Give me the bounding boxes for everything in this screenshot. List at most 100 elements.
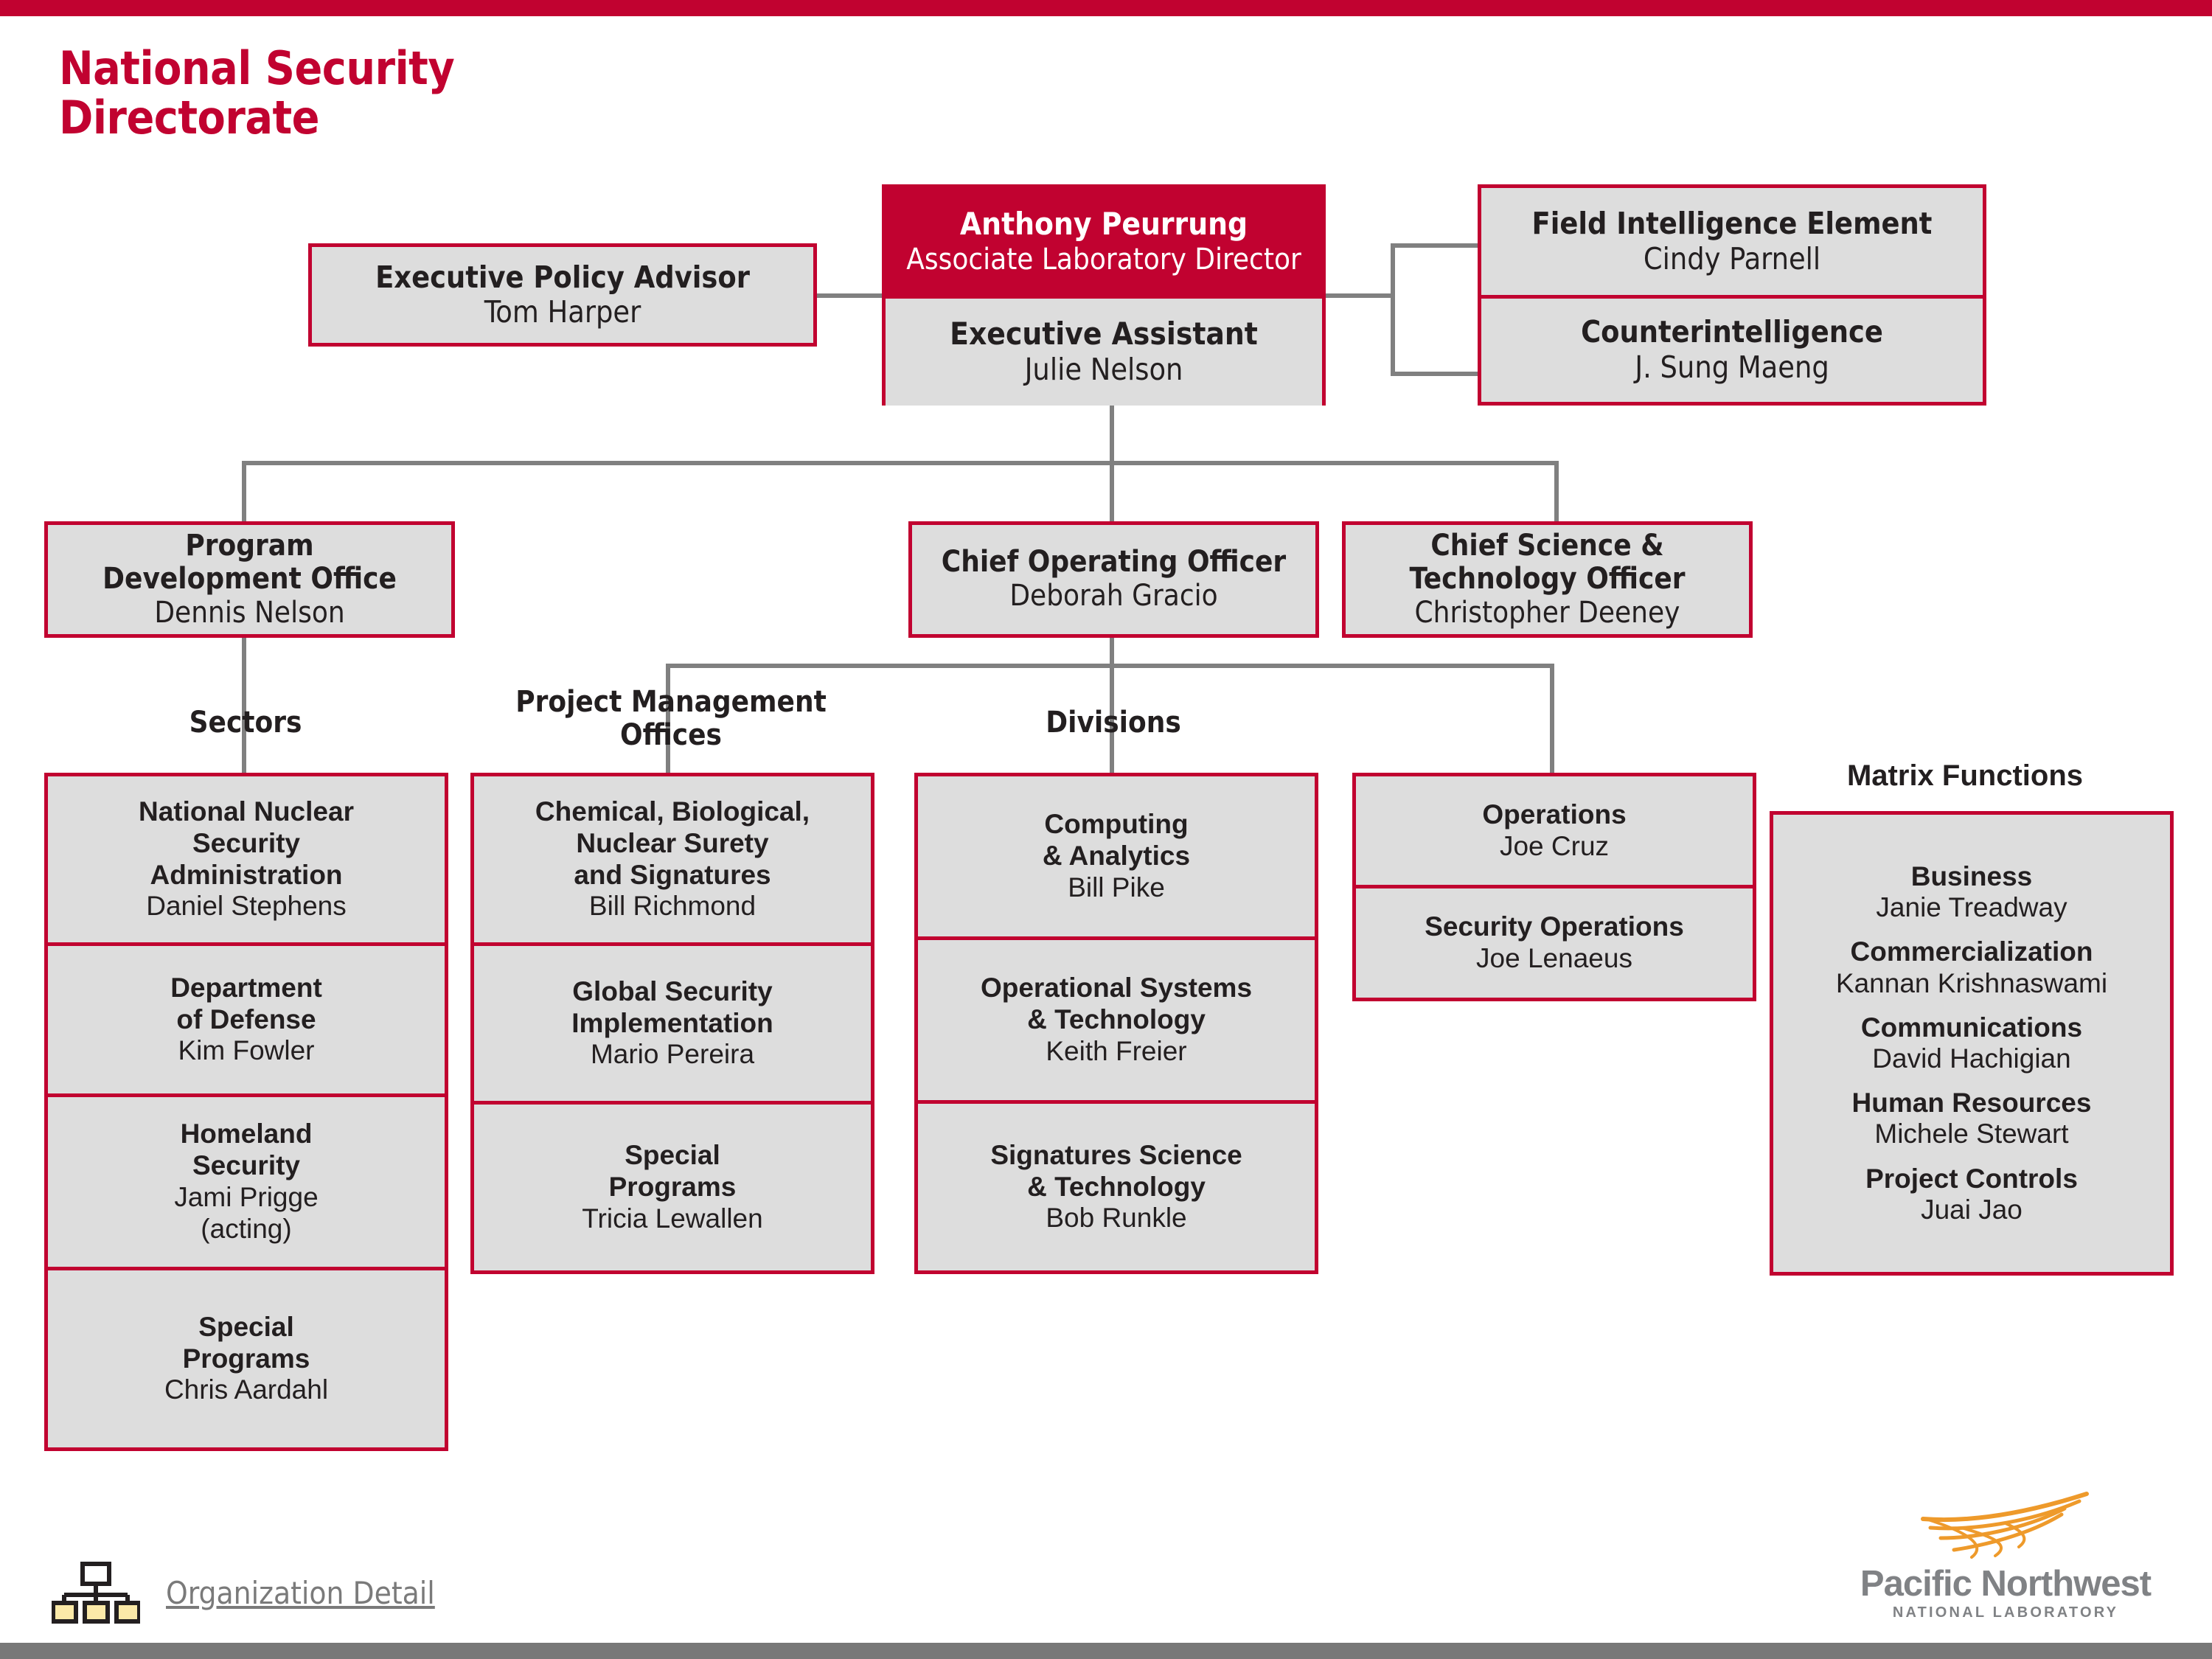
sector-special-programs-title-line-1: Special: [198, 1311, 294, 1342]
sector-nnsa-name: Daniel Stephens: [146, 891, 347, 922]
sector-nnsa-box[interactable]: National Nuclear Security Administration…: [48, 776, 445, 946]
division-operational-systems-technology-box[interactable]: Operational Systems & Technology Keith F…: [918, 940, 1315, 1104]
caption-project-management-offices: Project Management Offices: [487, 686, 855, 752]
division-ost-name: Keith Freier: [1046, 1035, 1187, 1066]
connector-intel-bracket-top: [1391, 243, 1478, 248]
sector-dod-title-line-2: of Defense: [176, 1004, 316, 1034]
matrix-function-human-resources[interactable]: Human Resources Michele Stewart: [1852, 1088, 2092, 1150]
field-intelligence-element-title: Field Intelligence Element: [1531, 205, 1933, 241]
associate-lab-director-box[interactable]: Anthony Peurrung Associate Laboratory Di…: [886, 188, 1322, 295]
pmo-gsi-name: Mario Pereira: [590, 1039, 755, 1070]
chief-operating-officer-box[interactable]: Chief Operating Officer Deborah Gracio: [908, 521, 1319, 638]
division-ost-title-line-2: & Technology: [1027, 1004, 1206, 1035]
field-intelligence-element-box[interactable]: Field Intelligence Element Cindy Parnell: [1481, 188, 1983, 299]
sector-nnsa-title-line-1: National Nuclear: [139, 796, 354, 827]
pmo-cbnss-box[interactable]: Chemical, Biological, Nuclear Surety and…: [474, 776, 871, 946]
program-development-office-box[interactable]: Program Development Office Dennis Nelson: [44, 521, 455, 638]
caption-sectors: Sectors: [189, 706, 302, 740]
organization-detail-link[interactable]: Organization Detail: [166, 1575, 435, 1611]
matrix-human-resources-name: Michele Stewart: [1874, 1119, 2069, 1150]
sector-dod-title-line-1: Department: [170, 972, 322, 1003]
division-signatures-science-technology-box[interactable]: Signatures Science & Technology Bob Runk…: [918, 1104, 1315, 1270]
matrix-function-project-controls[interactable]: Project Controls Juai Jao: [1865, 1164, 2078, 1225]
executive-policy-advisor-title: Executive Policy Advisor: [375, 260, 750, 296]
connector-intel-bracket-bottom: [1391, 372, 1478, 376]
matrix-business-name: Janie Treadway: [1876, 892, 2067, 923]
chief-operating-officer-title: Chief Operating Officer: [941, 545, 1287, 580]
counterintelligence-box[interactable]: Counterintelligence J. Sung Maeng: [1481, 299, 1983, 402]
sector-homeland-security-name: Jami Prigge: [174, 1182, 319, 1212]
executive-policy-advisor-box[interactable]: Executive Policy Advisor Tom Harper: [308, 243, 817, 347]
caption-matrix-functions: Matrix Functions: [1846, 759, 2084, 792]
operations-group[interactable]: Operations Joe Cruz Security Operations …: [1352, 773, 1756, 1001]
intelligence-group[interactable]: Field Intelligence Element Cindy Parnell…: [1478, 184, 1986, 406]
associate-lab-director-group[interactable]: Anthony Peurrung Associate Laboratory Di…: [882, 184, 1326, 406]
matrix-functions-box[interactable]: Business Janie Treadway Commercializatio…: [1770, 811, 2174, 1276]
pmo-cbnss-name: Bill Richmond: [588, 891, 757, 922]
sector-nnsa-title-line-3: Administration: [150, 859, 343, 890]
director-name: Anthony Peurrung: [959, 205, 1248, 242]
chief-science-technology-officer-name: Christopher Deeney: [1414, 595, 1680, 630]
division-ost-title-line-1: Operational Systems: [980, 973, 1253, 1004]
field-intelligence-element-name: Cindy Parnell: [1643, 240, 1821, 276]
page-title: National Security Directorate: [59, 44, 723, 143]
sector-special-programs-name: Chris Aardahl: [164, 1374, 329, 1405]
connector-director-drop: [1110, 404, 1114, 465]
chief-science-technology-officer-box[interactable]: Chief Science & Technology Officer Chris…: [1342, 521, 1753, 638]
divisions-group[interactable]: Computing & Analytics Bill Pike Operatio…: [914, 773, 1318, 1274]
matrix-project-controls-name: Juai Jao: [1921, 1194, 2023, 1225]
sectors-group[interactable]: National Nuclear Security Administration…: [44, 773, 448, 1451]
sector-nnsa-title-line-2: Security: [192, 827, 300, 858]
pmo-special-programs-title-line-2: Programs: [608, 1172, 737, 1203]
chief-science-technology-officer-title-line-1: Chief Science &: [1430, 528, 1664, 563]
pnnl-logo: Pacific Northwest NATIONAL LABORATORY: [1843, 1489, 2168, 1630]
matrix-commercialization-title: Commercialization: [1850, 936, 2093, 967]
page-title-line-2: Directorate: [59, 90, 320, 145]
connector-pdo-to-sectors: [242, 636, 246, 773]
connector-trunk-to-csto: [1554, 461, 1559, 524]
pnnl-logo-name: Pacific Northwest: [1860, 1564, 2152, 1604]
pmo-cbnss-title-line-2: Nuclear Surety: [576, 827, 769, 858]
division-computing-analytics-name: Bill Pike: [1068, 872, 1165, 902]
operations-title: Operations: [1482, 799, 1627, 830]
matrix-function-commercialization[interactable]: Commercialization Kannan Krishnaswami: [1836, 936, 2107, 998]
director-role: Associate Laboratory Director: [906, 242, 1301, 276]
sector-homeland-security-title-line-1: Homeland: [180, 1119, 313, 1150]
sector-special-programs-title-line-2: Programs: [182, 1343, 310, 1374]
security-operations-title: Security Operations: [1425, 911, 1684, 942]
page-title-line-1: National Security: [59, 41, 455, 95]
project-management-offices-group[interactable]: Chemical, Biological, Nuclear Surety and…: [470, 773, 874, 1274]
pmo-gsi-title-line-2: Implementation: [571, 1007, 773, 1038]
pmo-global-security-implementation-box[interactable]: Global Security Implementation Mario Per…: [474, 946, 871, 1105]
top-accent-bar: [0, 0, 2212, 16]
connector-trunk-to-pdo: [242, 461, 246, 524]
division-sst-title-line-1: Signatures Science: [990, 1139, 1242, 1170]
bottom-accent-bar: [0, 1643, 2212, 1659]
matrix-commercialization-name: Kannan Krishnaswami: [1835, 967, 2108, 998]
connector-coo-to-operations: [1550, 664, 1554, 773]
connector-intel-bracket-vertical: [1391, 243, 1395, 376]
security-operations-name: Joe Lenaeus: [1476, 943, 1632, 973]
matrix-business-title: Business: [1910, 861, 2033, 892]
caption-pmo-line-2: Offices: [620, 717, 722, 752]
pmo-special-programs-box[interactable]: Special Programs Tricia Lewallen: [474, 1105, 871, 1270]
sector-homeland-security-box[interactable]: Homeland Security Jami Prigge (acting): [48, 1097, 445, 1270]
division-sst-title-line-2: & Technology: [1027, 1171, 1206, 1202]
sector-special-programs-box[interactable]: Special Programs Chris Aardahl: [48, 1270, 445, 1447]
pnnl-swoosh-icon: [1921, 1492, 2089, 1559]
sector-dod-box[interactable]: Department of Defense Kim Fowler: [48, 946, 445, 1097]
security-operations-box[interactable]: Security Operations Joe Lenaeus: [1356, 888, 1753, 998]
division-computing-analytics-title-line-2: & Analytics: [1042, 841, 1191, 872]
matrix-function-business[interactable]: Business Janie Treadway: [1876, 861, 2067, 923]
counterintelligence-title: Counterintelligence: [1581, 314, 1883, 350]
counterintelligence-name: J. Sung Maeng: [1635, 349, 1829, 385]
matrix-function-communications[interactable]: Communications David Hachigian: [1861, 1012, 2082, 1074]
division-computing-analytics-box[interactable]: Computing & Analytics Bill Pike: [918, 776, 1315, 940]
executive-assistant-box[interactable]: Executive Assistant Julie Nelson: [886, 295, 1322, 406]
division-computing-analytics-title-line-1: Computing: [1044, 809, 1189, 840]
operations-box[interactable]: Operations Joe Cruz: [1356, 776, 1753, 888]
matrix-human-resources-title: Human Resources: [1851, 1088, 2092, 1119]
pnnl-logo-subtitle: NATIONAL LABORATORY: [1892, 1604, 2119, 1621]
sector-homeland-security-title-line-2: Security: [192, 1150, 300, 1181]
connector-tier2-trunk: [242, 461, 1559, 465]
